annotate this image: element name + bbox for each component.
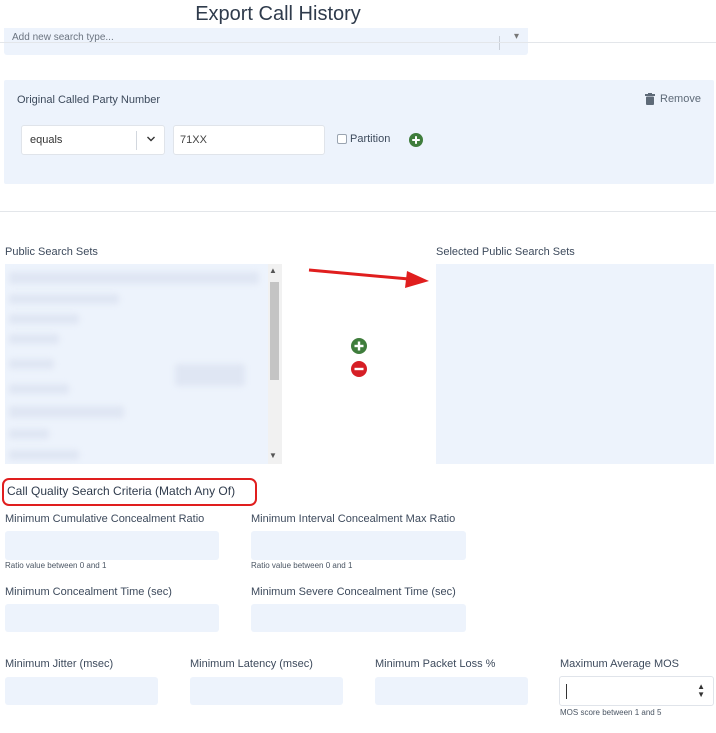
selected-search-sets-list[interactable]	[436, 264, 714, 464]
min-latency-label: Minimum Latency (msec)	[190, 658, 313, 670]
min-cumulative-ratio-hint: Ratio value between 0 and 1	[5, 561, 107, 570]
partition-checkbox[interactable]	[337, 134, 347, 144]
operator-select[interactable]: equals	[21, 125, 165, 155]
scroll-down-icon[interactable]: ▼	[269, 451, 277, 460]
min-interval-max-ratio-label: Minimum Interval Concealment Max Ratio	[251, 513, 456, 525]
remove-label: Remove	[660, 93, 701, 105]
public-search-sets-label: Public Search Sets	[5, 246, 98, 258]
annotation-arrow-icon	[308, 268, 429, 288]
spinner-arrows-icon[interactable]: ▲ ▼	[697, 683, 705, 699]
trash-icon	[645, 93, 655, 105]
min-severe-time-label: Minimum Severe Concealment Time (sec)	[251, 586, 456, 598]
page-title: Export Call History	[195, 3, 361, 25]
selected-search-sets-label: Selected Public Search Sets	[436, 246, 575, 258]
scroll-up-icon[interactable]: ▲	[269, 266, 277, 275]
call-quality-title: Call Quality Search Criteria (Match Any …	[2, 478, 257, 506]
criterion-value-input[interactable]: 71XX	[173, 125, 325, 155]
max-avg-mos-label: Maximum Average MOS	[560, 658, 680, 670]
public-search-sets-list[interactable]	[5, 264, 282, 464]
min-packet-loss-input[interactable]	[375, 677, 528, 705]
add-criterion-icon[interactable]	[409, 133, 423, 147]
remove-search-set-icon[interactable]	[351, 361, 367, 377]
min-packet-loss-label: Minimum Packet Loss %	[375, 658, 496, 670]
min-interval-max-ratio-hint: Ratio value between 0 and 1	[251, 561, 353, 570]
criterion-label: Original Called Party Number	[17, 94, 161, 106]
min-concealment-time-label: Minimum Concealment Time (sec)	[5, 586, 172, 598]
chevron-down-icon	[147, 136, 155, 142]
select-separator	[136, 131, 137, 150]
min-latency-input[interactable]	[190, 677, 343, 705]
partition-label: Partition	[350, 133, 391, 145]
min-jitter-input[interactable]	[5, 677, 158, 705]
min-jitter-label: Minimum Jitter (msec)	[5, 658, 114, 670]
operator-value: equals	[30, 134, 63, 146]
min-cumulative-ratio-input[interactable]	[5, 531, 219, 560]
chevron-down-icon: ▾	[513, 31, 519, 42]
remove-criterion-button[interactable]: Remove	[645, 93, 701, 105]
min-concealment-time-input[interactable]	[5, 604, 219, 632]
max-avg-mos-hint: MOS score between 1 and 5	[560, 708, 662, 717]
add-search-set-icon[interactable]	[351, 338, 367, 354]
min-interval-max-ratio-input[interactable]	[251, 531, 466, 560]
text-cursor	[566, 684, 567, 699]
max-avg-mos-input[interactable]: ▲ ▼	[559, 676, 714, 706]
header-divider	[0, 42, 716, 43]
select-separator	[499, 36, 500, 50]
section-divider	[0, 211, 716, 212]
min-cumulative-ratio-label: Minimum Cumulative Concealment Ratio	[5, 513, 205, 525]
min-severe-time-input[interactable]	[251, 604, 466, 632]
scrollbar-thumb[interactable]	[270, 282, 279, 380]
